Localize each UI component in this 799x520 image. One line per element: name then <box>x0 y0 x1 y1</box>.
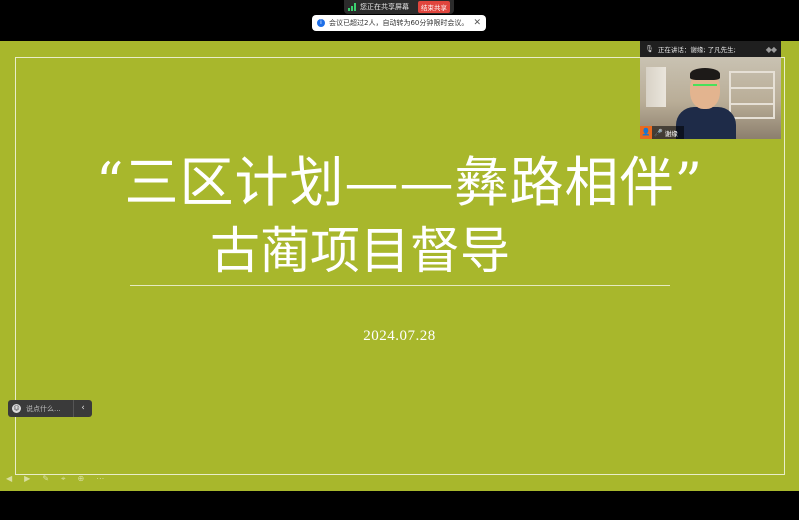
mic-icon: 🎙 <box>645 45 654 53</box>
background-shelf <box>729 71 775 119</box>
share-status: 您正在共享屏幕 <box>360 3 409 11</box>
participant-video[interactable]: 👤 🎤 谢缘 <box>640 57 781 139</box>
person-hair <box>690 68 720 80</box>
mic-icon: 🎤 <box>654 128 663 137</box>
more-icon[interactable]: ⋯ <box>96 474 104 484</box>
slide-title: “三区计划——彝路相伴” <box>95 151 704 214</box>
screen-share-bar: 您正在共享屏幕 结束共享 <box>344 0 454 14</box>
info-icon: i <box>317 19 325 27</box>
video-panel[interactable]: 🎙 正在讲话：谢缘; 了凡先生; ◆◆ 👤 🎤 谢缘 <box>640 41 781 139</box>
glasses <box>693 84 717 90</box>
title-divider <box>130 285 670 286</box>
signal-icon <box>348 3 356 11</box>
participant-label: 👤 🎤 谢缘 <box>640 126 684 139</box>
notice-text: 会议已超过2人，自动转为60分钟限时会议。 <box>329 19 469 27</box>
prev-icon[interactable]: ◀ <box>6 474 12 484</box>
background-lamp <box>646 67 666 107</box>
next-icon[interactable]: ▶ <box>24 474 30 484</box>
video-panel-header: 🎙 正在讲话：谢缘; 了凡先生; ◆◆ <box>640 41 781 57</box>
person-body <box>676 107 736 139</box>
pointer-icon[interactable]: ⌖ <box>61 474 66 484</box>
close-icon[interactable]: ✕ <box>473 18 481 28</box>
zoom-icon[interactable]: ⊕ <box>78 474 85 484</box>
chevron-left-icon[interactable]: ‹ <box>73 400 92 417</box>
chat-input[interactable]: ☺ 说点什么... ‹ <box>8 400 92 417</box>
slide-toolbar: ◀ ▶ ✎ ⌖ ⊕ ⋯ <box>6 474 104 484</box>
meeting-notice: i 会议已超过2人，自动转为60分钟限时会议。 ✕ <box>312 15 486 31</box>
slide-date: 2024.07.28 <box>363 328 436 344</box>
end-share-button[interactable]: 结束共享 <box>418 1 450 13</box>
chat-placeholder: 说点什么... <box>26 404 61 413</box>
avatar-icon: 👤 <box>640 126 652 139</box>
slide-subtitle: 古蔺项目督导 <box>210 222 510 280</box>
grid-icon[interactable]: ◆◆ <box>766 45 777 54</box>
participant-name: 谢缘 <box>664 129 678 138</box>
chat-icon: ☺ <box>12 404 21 413</box>
speaking-indicator: 正在讲话：谢缘; 了凡先生; <box>657 46 736 54</box>
pen-icon[interactable]: ✎ <box>42 474 49 484</box>
